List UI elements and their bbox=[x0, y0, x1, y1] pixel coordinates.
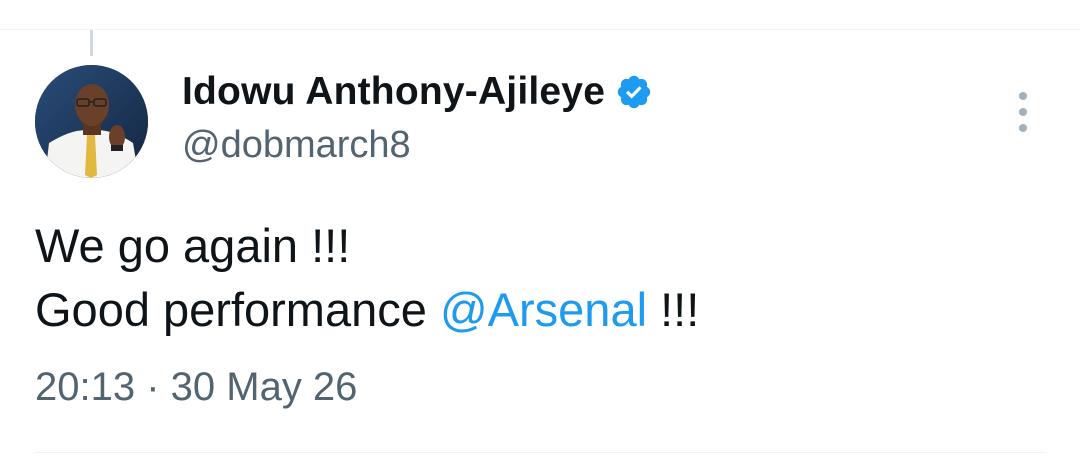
avatar-image bbox=[35, 65, 148, 178]
tweet-text-line-2: Good performance @Arsenal !!! bbox=[35, 278, 1035, 342]
bottom-divider bbox=[35, 452, 1045, 453]
more-dot bbox=[1019, 92, 1027, 100]
avatar[interactable] bbox=[35, 65, 148, 178]
tweet-text: We go again !!! Good performance @Arsena… bbox=[35, 214, 1035, 342]
more-vertical-icon[interactable] bbox=[1011, 92, 1035, 132]
tweet-text-suffix: !!! bbox=[647, 283, 700, 336]
more-dot bbox=[1019, 124, 1027, 132]
author-name-row: Idowu Anthony-Ajileye bbox=[182, 68, 653, 116]
thread-connector-line bbox=[90, 30, 93, 56]
mention-link[interactable]: @Arsenal bbox=[440, 283, 647, 336]
tweet-text-prefix: Good performance bbox=[35, 283, 440, 336]
verified-badge-icon bbox=[615, 73, 653, 111]
tweet-text-line-1: We go again !!! bbox=[35, 219, 351, 272]
author-handle[interactable]: @dobmarch8 bbox=[182, 124, 411, 167]
top-divider bbox=[0, 29, 1080, 30]
author-display-name[interactable]: Idowu Anthony-Ajileye bbox=[182, 70, 605, 114]
tweet-timestamp[interactable]: 20:13 · 30 May 26 bbox=[35, 365, 357, 410]
more-dot bbox=[1019, 108, 1027, 116]
